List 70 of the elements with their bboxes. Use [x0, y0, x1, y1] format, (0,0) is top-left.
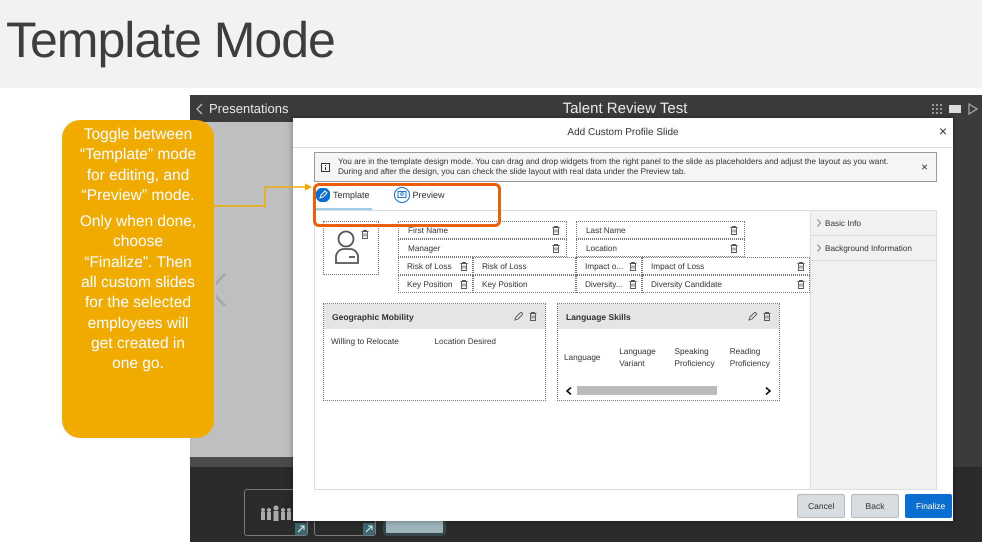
primary-button[interactable]: Finalize [905, 494, 952, 518]
tab[interactable]: Template [314, 182, 372, 210]
field-label-placeholder[interactable]: Diversity... [576, 275, 642, 293]
person-icon [334, 230, 360, 264]
dialog-title: Add Custom Profile Slide [567, 127, 679, 138]
chevron-right-icon [817, 244, 821, 252]
column-header: Reading Proficiency [730, 346, 771, 370]
pencil-icon [316, 188, 330, 202]
scroll-left-icon[interactable] [566, 386, 572, 394]
secondary-button[interactable]: Cancel [797, 494, 845, 518]
field-placeholder[interactable]: Last Name [576, 221, 745, 239]
panel-item[interactable]: Background Information [811, 236, 936, 261]
field-value-placeholder[interactable]: Risk of Loss [473, 257, 576, 275]
scroll-right-icon[interactable] [765, 386, 771, 394]
trash-icon[interactable] [629, 262, 637, 270]
people-icon [260, 504, 292, 520]
trash-icon[interactable] [730, 226, 738, 234]
presentation-title: Talent Review Test [562, 100, 688, 117]
widget-title: Geographic Mobility [332, 312, 414, 322]
trash-icon[interactable] [552, 244, 560, 252]
field-placeholder[interactable]: Manager [398, 239, 567, 257]
pencil-icon[interactable] [748, 312, 757, 321]
trash-icon[interactable] [730, 244, 738, 252]
trash-icon[interactable] [360, 230, 368, 239]
expand-icon[interactable] [363, 523, 375, 535]
column-header: Speaking Proficiency [674, 346, 716, 370]
grid-icon[interactable] [932, 104, 942, 114]
field-label-placeholder[interactable]: Risk of Loss [398, 257, 473, 275]
field-placeholder[interactable]: First Name [398, 221, 567, 239]
pencil-icon[interactable] [514, 312, 523, 321]
trash-icon[interactable] [797, 280, 805, 288]
field-value-placeholder[interactable]: Key Position [473, 275, 576, 293]
field-placeholder[interactable]: Location [576, 239, 745, 257]
field-label-placeholder[interactable]: Impact o... [576, 257, 642, 275]
field-value-placeholder[interactable]: Impact of Loss [642, 257, 810, 275]
column-header: Language [564, 352, 602, 364]
widget-placeholder[interactable]: Language Skills Language Language Variant Speaking Proficiency Reading Proficiency [557, 303, 780, 401]
column-header: Language Variant [619, 346, 657, 370]
trash-icon[interactable] [629, 280, 637, 288]
slide-icon[interactable] [949, 104, 961, 114]
field-value-placeholder[interactable]: Diversity Candidate [642, 275, 810, 293]
scrollbar-thumb[interactable] [577, 386, 717, 395]
info-icon [321, 162, 330, 172]
column-header: Willing to Relocate [331, 337, 400, 346]
widget-placeholder[interactable]: Geographic Mobility Willing to Relocate Location Desired [323, 303, 546, 401]
person-card-icon [394, 187, 410, 203]
trash-icon[interactable] [460, 262, 468, 270]
callout-text: Toggle between “Template” mode for editing, and “Preview” mode. [78, 125, 198, 206]
column-header: Location Desired [434, 337, 497, 346]
chevron-right-icon [817, 219, 821, 227]
trash-icon[interactable] [797, 262, 805, 270]
chevron-left-icon [196, 102, 203, 114]
back-link[interactable]: Presentations [196, 101, 288, 116]
expand-icon[interactable] [295, 523, 307, 535]
tab[interactable]: Preview [392, 182, 447, 210]
trash-icon[interactable] [529, 312, 537, 321]
slide-title: Template Mode [6, 11, 335, 70]
close-button[interactable]: × [920, 162, 928, 172]
trash-icon[interactable] [763, 312, 771, 321]
play-icon[interactable] [968, 102, 978, 114]
secondary-button[interactable]: Back [851, 494, 899, 518]
trash-icon[interactable] [460, 280, 468, 288]
trash-icon[interactable] [552, 226, 560, 234]
field-label-placeholder[interactable]: Key Position [398, 275, 473, 293]
photo-placeholder[interactable] [323, 221, 379, 275]
callout-text: Only when done, choose “Finalize”. Then all custom slides for the selected employees will get created in one go. [78, 212, 198, 374]
close-button[interactable]: × [938, 124, 947, 138]
panel-item[interactable]: Basic Info [811, 211, 936, 236]
widget-title: Language Skills [566, 312, 631, 322]
info-text: You are in the template design mode. You can drag and drop widgets from the right panel to the slide as placeholders and adjust the layout as you want. During and after the design, you can check the slide layout with real data under the Preview tab. [338, 157, 890, 177]
